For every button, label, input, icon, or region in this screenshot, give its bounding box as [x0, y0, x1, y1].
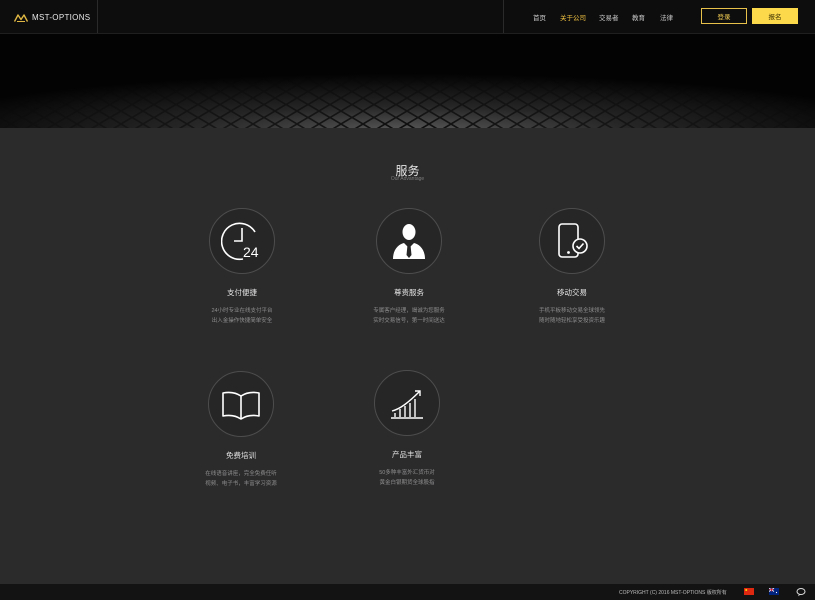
- feature-title: 尊贵服务: [394, 288, 424, 297]
- svg-text:24: 24: [243, 244, 259, 260]
- open-book-icon: [222, 391, 260, 420]
- feature-icon-circle: [376, 208, 442, 274]
- feature-desc-line: 随时随地轻松享受投资乐趣: [538, 318, 605, 324]
- logo-mark-icon: [14, 13, 28, 22]
- business-person-icon: [393, 224, 425, 259]
- feature-title: 移动交易: [557, 288, 587, 297]
- login-button[interactable]: 登录: [701, 8, 747, 24]
- rising-chart-icon: [391, 390, 423, 419]
- feature-desc-line: 专属客户经理，竭诚为您服务: [373, 308, 445, 314]
- hero-pattern: [0, 33, 815, 128]
- logo-text: MST-OPTIONS: [32, 12, 91, 22]
- feature-payment: 24 支付便捷 24小时专业在线支付平台 出入金操作快捷简单安全: [167, 208, 317, 326]
- copyright-text: COPYRIGHT (C) 2016 MST-OPTIONS 版权所有: [619, 590, 727, 596]
- feature-training: 免费培训 在线语音讲座，完全免费任听 视频、电子书，丰富学习资源: [166, 371, 316, 489]
- feature-desc-line: 视频、电子书，丰富学习资源: [205, 481, 277, 487]
- feature-desc-line: 实时交易信号，第一时间送达: [373, 318, 445, 324]
- feature-description: 手机平板移动交易全球领先 随时随地轻松享受投资乐趣: [497, 306, 647, 326]
- feature-desc-line: 出入金操作快捷简单安全: [211, 318, 273, 324]
- chat-icon[interactable]: [796, 587, 806, 597]
- feature-title: 支付便捷: [227, 288, 257, 297]
- feature-title: 免费培训: [226, 451, 256, 460]
- register-button[interactable]: 报名: [752, 8, 798, 24]
- feature-description: 专属客户经理，竭诚为您服务 实时交易信号，第一时间送达: [334, 306, 484, 326]
- nav-about[interactable]: 关于公司: [560, 12, 586, 22]
- feature-icon-circle: [208, 371, 274, 437]
- top-navbar: MST-OPTIONS 首页 关于公司 交易者 教育 法律 登录 报名: [0, 0, 815, 34]
- feature-description: 50多种丰富外汇货币对 黄金白银期货全球股指: [332, 468, 482, 488]
- feature-title: 产品丰富: [392, 450, 422, 459]
- feature-products: 产品丰富 50多种丰富外汇货币对 黄金白银期货全球股指: [332, 370, 482, 488]
- section-subtitle: Our Advantage: [390, 176, 425, 182]
- nav-education[interactable]: 教育: [632, 12, 645, 22]
- feature-service: 尊贵服务 专属客户经理，竭诚为您服务 实时交易信号，第一时间送达: [334, 208, 484, 326]
- clock-24-icon: 24: [221, 222, 259, 261]
- feature-mobile: 移动交易 手机平板移动交易全球领先 随时随地轻松享受投资乐趣: [497, 208, 647, 326]
- feature-icon-circle: 24: [209, 208, 275, 274]
- footer: COPYRIGHT (C) 2016 MST-OPTIONS 版权所有: [0, 584, 815, 600]
- feature-desc-line: 24小时专业在线支付平台: [211, 308, 273, 314]
- feature-desc-line: 手机平板移动交易全球领先: [538, 308, 605, 314]
- feature-icon-circle: [539, 208, 605, 274]
- feature-icon-circle: [374, 370, 440, 436]
- hero-banner: [0, 33, 815, 128]
- nav-home[interactable]: 首页: [533, 12, 546, 22]
- header-divider: [97, 0, 98, 33]
- nav-legal[interactable]: 法律: [660, 12, 673, 22]
- header-divider: [503, 0, 504, 33]
- feature-desc-line: 黄金白银期货全球股指: [379, 480, 435, 486]
- feature-desc-line: 在线语音讲座，完全免费任听: [205, 471, 277, 477]
- nav-traders[interactable]: 交易者: [599, 12, 619, 22]
- mobile-check-icon: [558, 223, 588, 258]
- feature-desc-line: 50多种丰富外汇货币对: [379, 470, 435, 476]
- logo[interactable]: MST-OPTIONS: [14, 11, 90, 23]
- feature-description: 24小时专业在线支付平台 出入金操作快捷简单安全: [167, 306, 317, 326]
- china-flag-icon[interactable]: [744, 588, 754, 595]
- feature-description: 在线语音讲座，完全免费任听 视频、电子书，丰富学习资源: [166, 469, 316, 489]
- australia-flag-icon[interactable]: [769, 588, 779, 595]
